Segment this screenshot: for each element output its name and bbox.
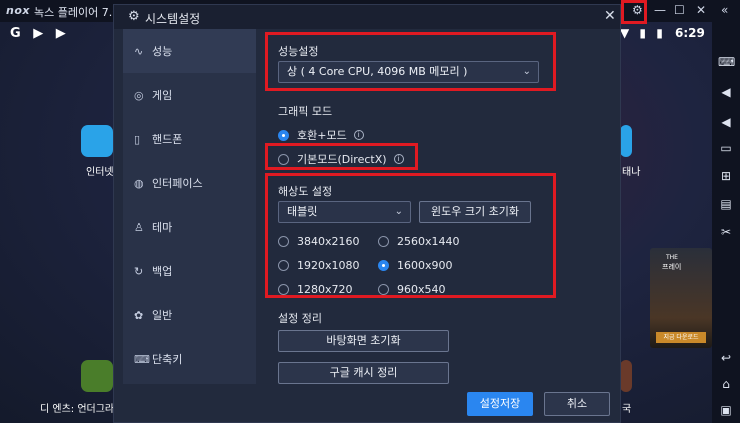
nav-label: 성능 (152, 45, 173, 58)
cleanup-title: 설정 정리 (278, 312, 322, 325)
nav-item-game[interactable]: ◎ 게임 (123, 73, 256, 117)
nav-label: 핸드폰 (152, 133, 183, 146)
resolution-highlight (265, 173, 556, 298)
pulse-icon: ∿ (134, 44, 144, 58)
nav-item-backup[interactable]: ↻ 백업 (123, 249, 256, 293)
shirt-icon: ♙ (134, 220, 144, 234)
nav-item-theme[interactable]: ♙ 테마 (123, 205, 256, 249)
graphics-option-label: 호환+모드 (297, 129, 347, 142)
ants-game-label: 디 엔츠: 언더그라운 (40, 404, 124, 415)
partial-app2-icon[interactable] (620, 360, 632, 392)
performance-highlight (265, 32, 556, 91)
cut-icon[interactable]: ✂ (718, 224, 734, 240)
nav-item-general[interactable]: ✿ 일반 (123, 293, 256, 337)
internet-app-label: 인터넷 (86, 167, 114, 178)
keyboard-icon[interactable]: ⌨ (718, 54, 735, 70)
nox-logo: nox (6, 4, 30, 17)
android-status-right: ▼ ▮ ▮ 6:29 (620, 26, 705, 40)
partial-app-icon[interactable] (620, 125, 632, 157)
side-toolbar: ⌨ ◀ ◀ ▭ ⊞ ▤ ✂ ↩ ⌂ ▣ (712, 22, 740, 423)
nav-label: 단축키 (152, 353, 183, 366)
nav-item-shortcut[interactable]: ⌨ 단축키 (123, 337, 256, 381)
clear-cache-button[interactable]: 구글 캐시 정리 (278, 362, 449, 384)
dialog-header: ⚙ 시스템설정 ✕ (114, 5, 620, 29)
clock: 6:29 (675, 26, 705, 40)
volume-up-icon[interactable]: ◀ (718, 84, 734, 100)
home-icon[interactable]: ⌂ (718, 376, 734, 392)
collapse-sidebar-icon[interactable]: « (721, 3, 728, 17)
wifi-icon: ▼ (620, 26, 630, 40)
internet-app-icon[interactable] (81, 125, 113, 157)
play-store-icon: ▶ (55, 26, 66, 41)
palette-icon: ◍ (134, 176, 144, 190)
nav-label: 일반 (152, 309, 173, 322)
play-icon: ▶ (33, 26, 44, 41)
nav-item-performance[interactable]: ∿ 성능 (123, 29, 256, 73)
graphics-option-compat[interactable]: 호환+모드 i (278, 127, 364, 143)
maximize-icon[interactable]: ☐ (674, 3, 685, 17)
backup-icon: ↻ (134, 264, 144, 278)
add-apk-icon[interactable]: ⊞ (718, 168, 734, 184)
settings-dialog: ⚙ 시스템설정 ✕ ∿ 성능 ◎ 게임 ▯ 핸드폰 ◍ 인터페이스 ♙ 테마 ↻… (113, 4, 621, 423)
ants-game-icon[interactable] (81, 360, 113, 392)
phone-icon: ▯ (134, 132, 141, 146)
settings-icon: ✿ (134, 308, 144, 322)
directx-highlight (265, 143, 418, 170)
ad-download-button[interactable]: 지금 다운로드 (656, 332, 706, 343)
ad-banner[interactable]: THE 프레이 지금 다운로드 (650, 248, 712, 348)
close-icon[interactable]: ✕ (604, 8, 616, 24)
radio-checked[interactable] (278, 129, 289, 141)
gear-icon: ⚙ (128, 9, 140, 24)
gear-highlight-box (621, 0, 647, 24)
save-button[interactable]: 설정저장 (467, 392, 533, 416)
android-status-left: G ▶ ▶ (10, 26, 66, 41)
nav-item-interface[interactable]: ◍ 인터페이스 (123, 161, 256, 205)
nav-label: 인터페이스 (152, 177, 203, 190)
keyboard-icon: ⌨ (134, 352, 150, 366)
volume-down-icon[interactable]: ◀ (718, 114, 734, 130)
back-icon[interactable]: ↩ (718, 350, 734, 366)
google-icon: G (10, 26, 21, 41)
nav-label: 게임 (152, 89, 173, 102)
reset-home-button[interactable]: 바탕화면 초기화 (278, 330, 449, 352)
minimize-icon[interactable]: — (654, 3, 666, 17)
graphics-title: 그래픽 모드 (278, 105, 333, 118)
ad-line1: THE (666, 254, 678, 261)
nav-label: 백업 (152, 265, 173, 278)
screen-icon[interactable]: ▭ (718, 140, 734, 156)
settings-nav: ∿ 성능 ◎ 게임 ▯ 핸드폰 ◍ 인터페이스 ♙ 테마 ↻ 백업 ✿ 일반 ⌨ (123, 29, 256, 384)
info-icon[interactable]: i (353, 130, 364, 140)
partial-app2-label: 국 (622, 404, 632, 415)
dialog-title: 시스템설정 (145, 12, 201, 26)
nav-item-phone[interactable]: ▯ 핸드폰 (123, 117, 256, 161)
ad-line2: 프레이 (662, 263, 682, 271)
sim-icon: ▮ (639, 26, 647, 40)
cancel-button[interactable]: 취소 (544, 392, 610, 416)
nav-label: 테마 (152, 221, 173, 234)
recent-apps-icon[interactable]: ▣ (718, 402, 734, 418)
partial-app-label: 태나 (622, 167, 641, 178)
close-window-icon[interactable]: ✕ (696, 3, 706, 17)
battery-icon: ▮ (656, 26, 663, 40)
gamepad-icon: ◎ (134, 88, 144, 102)
multi-instance-icon[interactable]: ▤ (718, 196, 734, 212)
